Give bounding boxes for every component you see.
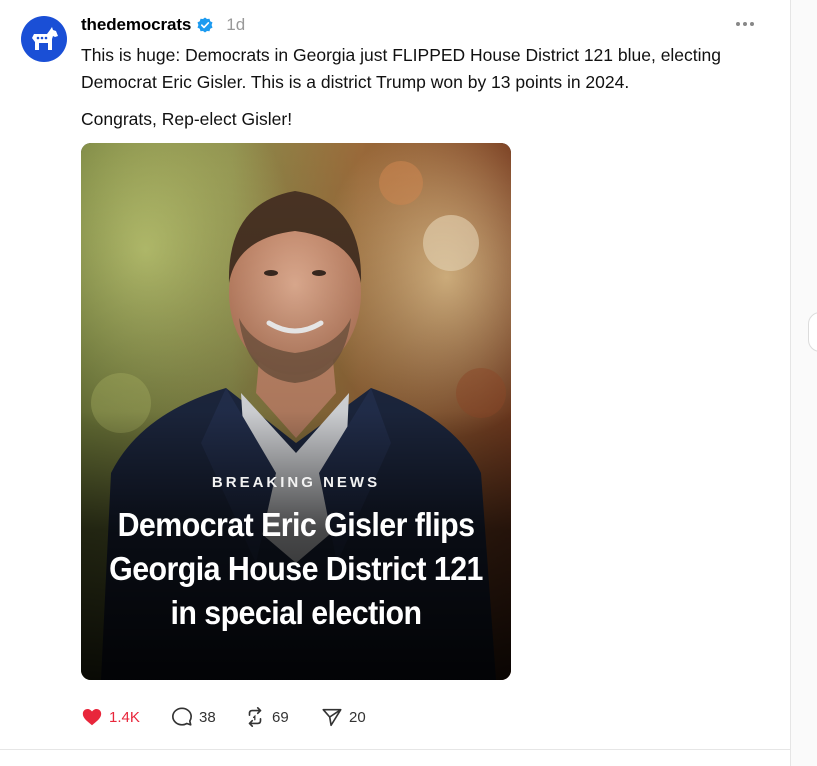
like-count: 1.4K: [109, 708, 140, 726]
feed: thedemocrats 1d This is huge: Democrats …: [0, 0, 790, 766]
verified-badge-icon: [197, 17, 213, 33]
like-button[interactable]: 1.4K: [81, 704, 171, 730]
timestamp[interactable]: 1d: [226, 15, 245, 35]
comment-icon: [172, 707, 192, 726]
right-rail: [790, 0, 817, 766]
repost-count: 69: [272, 708, 289, 726]
avatar[interactable]: [21, 16, 67, 62]
send-icon: [322, 708, 342, 727]
breaking-news-kicker: BREAKING NEWS: [211, 474, 381, 491]
reply-button[interactable]: 38: [171, 704, 244, 730]
more-options-icon[interactable]: [736, 16, 756, 32]
post-actions: 1.4K 38 69 20: [81, 704, 381, 730]
post: thedemocrats 1d This is huge: Democrats …: [0, 0, 790, 750]
post-divider: [0, 749, 790, 750]
donkey-logo-icon: [32, 27, 58, 50]
scroll-arrow-button[interactable]: [808, 312, 817, 352]
repost-icon: [248, 707, 262, 727]
heart-icon: [82, 709, 102, 726]
image-headline: Democrat Eric Gisler flips Georgia House…: [109, 506, 483, 631]
post-paragraph: Congrats, Rep-elect Gisler!: [81, 109, 293, 129]
share-button[interactable]: 20: [321, 704, 381, 730]
username[interactable]: thedemocrats: [81, 15, 191, 35]
post-paragraph: This is huge: Democrats in Georgia just …: [81, 45, 722, 92]
post-image[interactable]: BREAKING NEWS Democrat Eric Gisler flips…: [81, 143, 511, 680]
reply-count: 38: [199, 708, 216, 726]
post-header: thedemocrats 1d: [81, 14, 245, 36]
post-text: This is huge: Democrats in Georgia just …: [81, 42, 771, 133]
repost-button[interactable]: 69: [244, 704, 321, 730]
share-count: 20: [349, 708, 366, 726]
